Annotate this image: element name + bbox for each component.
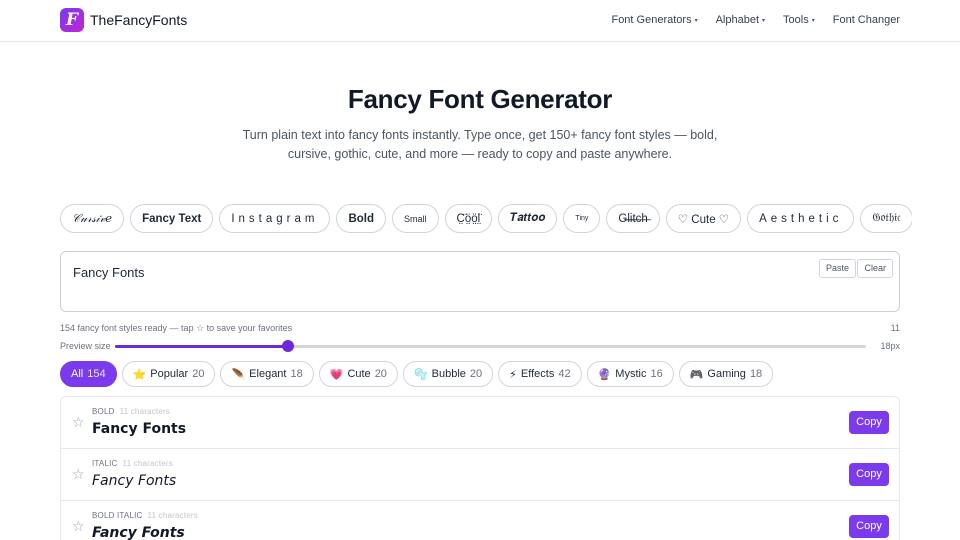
- nav-label: Tools: [783, 14, 809, 26]
- style-chip-row: 𝒞𝓊𝓇𝓈𝒾𝓋𝑒 Fancy Text Instagram Bold Small …: [60, 204, 912, 234]
- category-label: Cute: [347, 368, 371, 380]
- category-filters: All 154 ⭐ Popular 20 🪶 Elegant 18 💗 Cute…: [60, 361, 774, 387]
- star-icon[interactable]: ☆: [72, 518, 85, 535]
- copy-button[interactable]: Copy: [849, 515, 889, 538]
- chip-cool[interactable]: C̤̈ö̤ö̤l̤̈: [444, 204, 493, 233]
- style-name: ITALIC 11 characters: [92, 459, 173, 468]
- chip-tiny[interactable]: Tiny: [563, 204, 601, 233]
- gamepad-icon: 🎮: [689, 368, 704, 381]
- preview-size-label: Preview size: [60, 341, 111, 351]
- page-subtitle: Turn plain text into fancy fonts instant…: [242, 128, 718, 161]
- chip-gothic[interactable]: 𝔊𝔬𝔱𝔥𝔦𝔠: [860, 204, 912, 233]
- chip-cute[interactable]: ♡ Cute ♡: [665, 204, 742, 233]
- font-results-list: ☆ BOLD 11 characters Fancy Fonts Copy ☆ I…: [60, 396, 900, 540]
- copy-button[interactable]: Copy: [849, 463, 889, 486]
- list-item: ☆ BOLD 11 characters Fancy Fonts Copy: [61, 397, 899, 449]
- character-count: 11: [890, 323, 900, 333]
- style-name: BOLD ITALIC 11 characters: [92, 511, 198, 520]
- copy-button[interactable]: Copy: [849, 411, 889, 434]
- chip-tattoo[interactable]: 𝑻𝒂𝒕𝒕𝒐𝒐: [498, 204, 558, 233]
- character-count: 11 characters: [147, 511, 198, 520]
- category-count: 20: [374, 368, 387, 380]
- nav-label: Font Changer: [832, 14, 900, 26]
- chip-instagram[interactable]: Instagram: [219, 204, 331, 233]
- chip-aesthetic[interactable]: Aesthetic: [747, 204, 855, 233]
- logo-icon[interactable]: F: [60, 8, 84, 32]
- category-count: 20: [192, 368, 205, 380]
- preview-size-slider[interactable]: [115, 340, 866, 352]
- brand-name[interactable]: TheFancyFonts: [90, 12, 187, 28]
- clear-button[interactable]: Clear: [857, 259, 893, 278]
- category-count: 18: [290, 368, 303, 380]
- page-title: Fancy Font Generator: [347, 84, 613, 114]
- category-label: Effects: [520, 368, 555, 380]
- text-input[interactable]: [73, 265, 773, 280]
- nav-font-generators[interactable]: Font Generators ▾: [611, 14, 697, 26]
- star-icon[interactable]: ☆: [72, 466, 85, 483]
- slider-fill: [115, 345, 288, 348]
- main-nav: Font Generators ▾ Alphabet ▾ Tools ▾ Fon…: [611, 14, 900, 26]
- category-label: Popular: [150, 368, 189, 380]
- category-bubble[interactable]: 🫧 Bubble 20: [402, 361, 494, 387]
- list-item: ☆ ITALIC 11 characters Fancy Fonts Copy: [61, 449, 899, 501]
- category-label: All: [71, 368, 84, 380]
- style-name: BOLD 11 characters: [92, 407, 170, 416]
- category-label: Bubble: [431, 368, 466, 380]
- category-label: Mystic: [615, 368, 647, 380]
- styles-ready-status: 154 fancy font styles ready — tap ☆ to s…: [60, 323, 293, 333]
- category-elegant[interactable]: 🪶 Elegant 18: [220, 361, 314, 387]
- chip-small[interactable]: Small: [392, 204, 439, 233]
- heart-icon: 💗: [329, 368, 344, 381]
- chevron-down-icon: ▾: [762, 17, 766, 24]
- bubbles-icon: 🫧: [413, 368, 428, 381]
- category-label: Elegant: [249, 368, 287, 380]
- character-count: 11 characters: [119, 407, 171, 416]
- category-count: 20: [469, 368, 483, 380]
- category-count: 154: [87, 368, 106, 380]
- nav-font-changer[interactable]: Font Changer: [833, 14, 900, 26]
- chip-glitch[interactable]: G̶l̶i̶t̶c̶h̶: [606, 204, 660, 233]
- feather-icon: 🪶: [231, 368, 246, 381]
- slider-thumb[interactable]: [281, 340, 294, 352]
- category-gaming[interactable]: 🎮 Gaming 18: [678, 361, 774, 387]
- character-count: 11 characters: [122, 459, 173, 468]
- style-preview: Fancy Fonts: [92, 525, 185, 540]
- chevron-down-icon: ▾: [694, 17, 698, 24]
- chip-bold[interactable]: Bold: [336, 204, 387, 233]
- category-effects[interactable]: ⚡ Effects 42: [498, 361, 582, 387]
- paste-button[interactable]: Paste: [818, 259, 856, 278]
- category-popular[interactable]: ⭐ Popular 20: [121, 361, 216, 387]
- chip-cursive[interactable]: 𝒞𝓊𝓇𝓈𝒾𝓋𝑒: [60, 204, 125, 233]
- nav-label: Font Generators: [611, 14, 692, 26]
- style-name-label: BOLD ITALIC: [92, 511, 143, 520]
- star-icon[interactable]: ☆: [72, 414, 85, 431]
- text-input-box: Paste Clear: [60, 251, 900, 312]
- chevron-down-icon: ▾: [811, 17, 815, 24]
- category-label: Gaming: [707, 368, 746, 380]
- style-preview: Fancy Fonts: [92, 473, 177, 489]
- category-all[interactable]: All 154: [60, 361, 117, 387]
- category-cute[interactable]: 💗 Cute 20: [318, 361, 398, 387]
- nav-label: Alphabet: [715, 14, 760, 26]
- category-mystic[interactable]: 🔮 Mystic 16: [586, 361, 674, 387]
- list-item: ☆ BOLD ITALIC 11 characters Fancy Fonts C…: [61, 501, 899, 540]
- crystal-ball-icon: 🔮: [597, 368, 612, 381]
- category-count: 16: [650, 368, 663, 380]
- nav-alphabet[interactable]: Alphabet ▾: [716, 14, 765, 26]
- style-name-label: ITALIC: [92, 459, 118, 468]
- category-count: 42: [558, 368, 571, 380]
- chip-fancy-text[interactable]: Fancy Text: [130, 204, 214, 233]
- star-icon: ⭐: [132, 368, 147, 381]
- preview-size-value: 18px: [880, 341, 900, 351]
- nav-tools[interactable]: Tools ▾: [783, 14, 815, 26]
- style-name-label: BOLD: [92, 407, 115, 416]
- category-count: 18: [749, 368, 763, 380]
- site-header: F TheFancyFonts Font Generators ▾ Alphab…: [0, 0, 960, 42]
- lightning-icon: ⚡: [509, 368, 517, 381]
- style-preview: Fancy Fonts: [92, 421, 187, 437]
